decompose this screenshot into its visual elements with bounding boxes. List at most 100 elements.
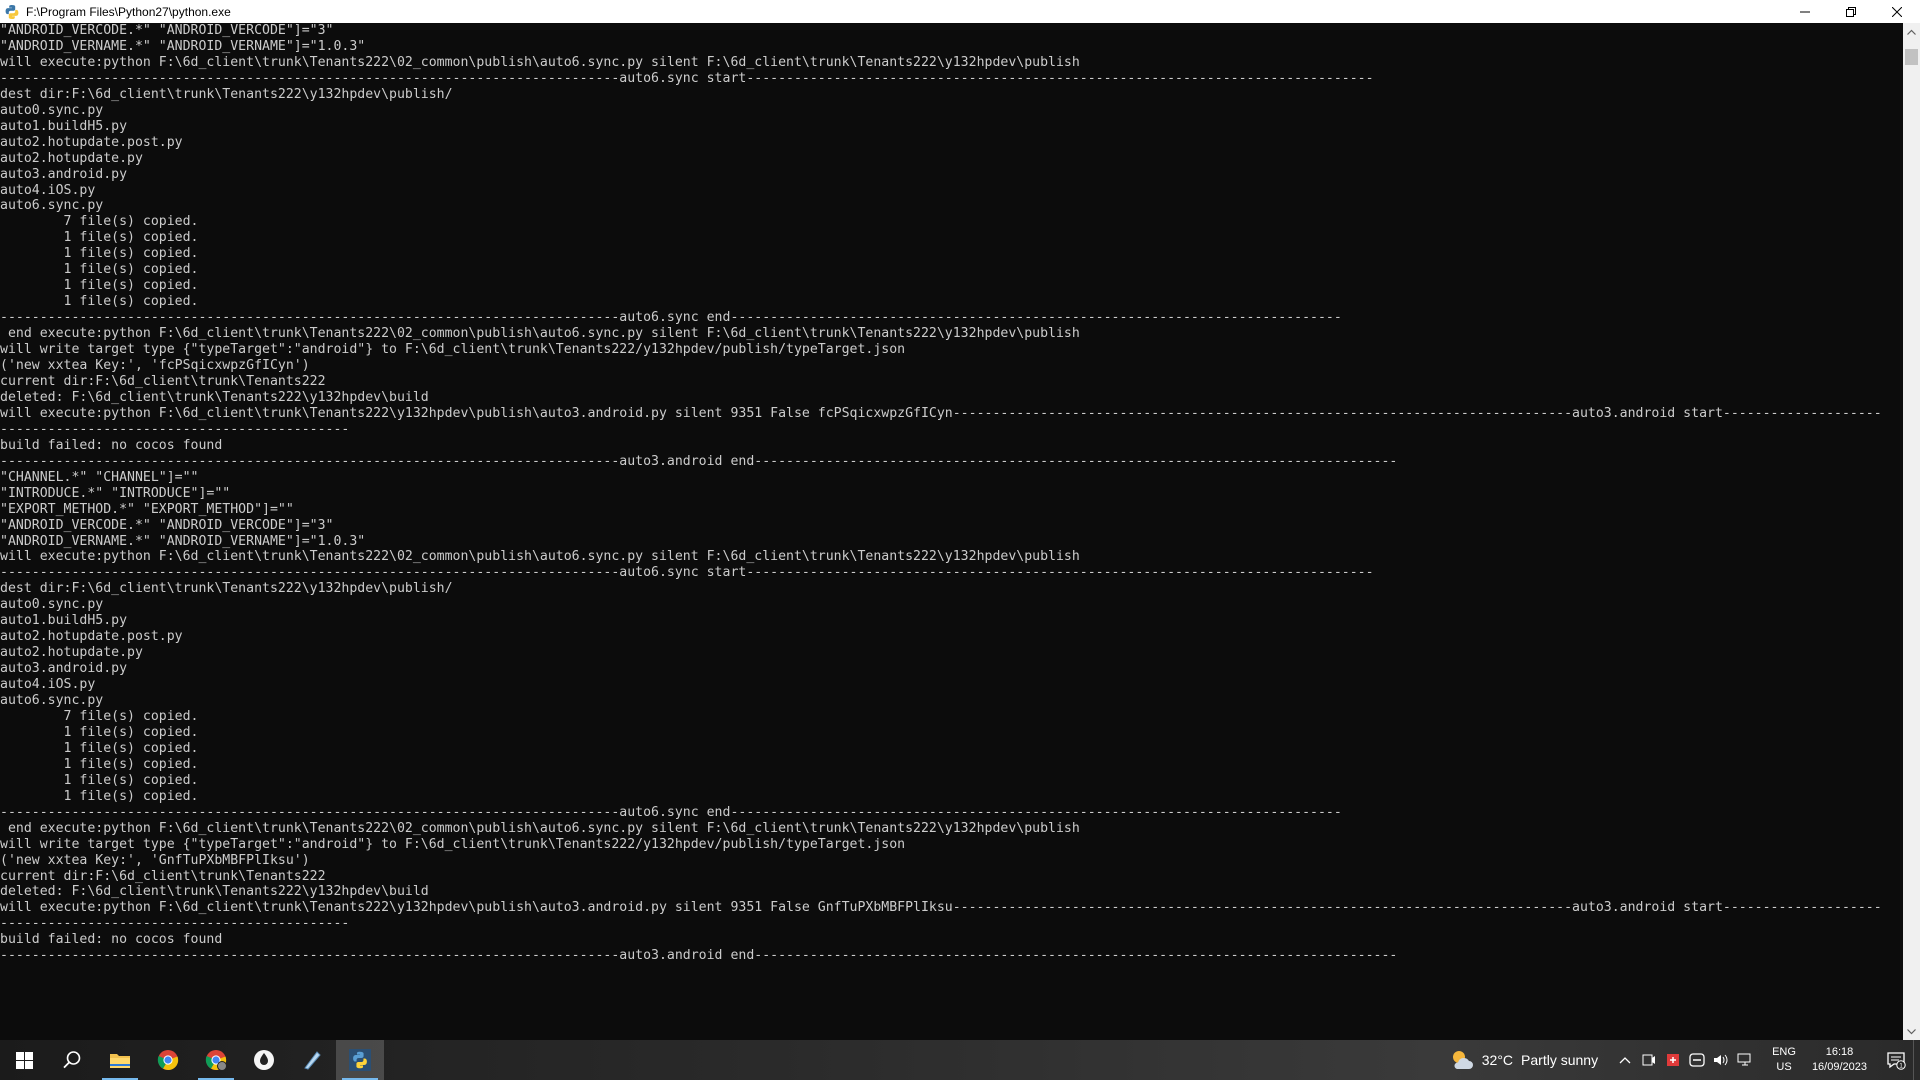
console-line: 1 file(s) copied. (63, 230, 199, 246)
folder-icon (110, 1054, 130, 1068)
meet-icon (1642, 1054, 1656, 1066)
tray-remote-icon[interactable] (1688, 1051, 1706, 1069)
console-line: auto3.android.py (0, 166, 128, 182)
show-desktop-button[interactable] (1913, 1040, 1920, 1080)
drop-icon (254, 1050, 274, 1070)
console-line: 1 file(s) copied. (63, 246, 199, 262)
console-line: ----------------------------------------… (0, 310, 1342, 326)
language-code: ENG (1772, 1046, 1796, 1058)
close-icon (1892, 6, 1902, 17)
console-line: auto1.buildH5.py (0, 613, 128, 629)
clock-button[interactable]: 16:18 16/09/2023 (1812, 1045, 1867, 1075)
volume-button[interactable] (1712, 1051, 1730, 1069)
input-language-button[interactable]: ENG US (1772, 1045, 1796, 1075)
system-tray (1616, 1051, 1754, 1069)
search-icon (63, 1051, 81, 1069)
console-line: 7 file(s) copied. (63, 708, 199, 724)
taskbar-app-drop[interactable] (240, 1040, 288, 1080)
console-line: auto2.hotupdate.py (0, 645, 143, 661)
console-line: auto2.hotupdate.post.py (0, 629, 183, 645)
chevron-down-icon (1907, 1028, 1916, 1034)
minimize-icon (1800, 11, 1810, 12)
console-line: auto2.hotupdate.post.py (0, 134, 183, 150)
console-line: will execute:python F:\6d_client\trunk\T… (0, 549, 1080, 565)
console-output[interactable]: "ANDROID_VERCODE.*" "ANDROID_VERCODE"]="… (0, 23, 1903, 1040)
console-line: deleted: F:\6d_client\trunk\Tenants222\y… (0, 884, 429, 900)
title-bar[interactable]: F:\Program Files\Python27\python.exe (0, 0, 1920, 23)
console-line: "CHANNEL.*" "CHANNEL"]="" (0, 469, 199, 485)
python-icon (4, 4, 20, 20)
console-line: ----------------------------------------… (0, 565, 1374, 581)
console-line: "INTRODUCE.*" "INTRODUCE"]="" (0, 485, 231, 501)
tray-app-icon[interactable] (1640, 1051, 1658, 1069)
scroll-up-button[interactable] (1903, 23, 1920, 40)
console-line: "EXPORT_METHOD.*" "EXPORT_METHOD"]="" (0, 501, 294, 517)
chrome-icon (205, 1050, 227, 1071)
notification-count: 1 (1899, 1062, 1903, 1069)
console-line: 1 file(s) copied. (63, 740, 199, 756)
taskbar-app-python[interactable] (336, 1040, 384, 1080)
chevron-up-icon (1619, 1057, 1631, 1064)
console-line: ----------------------------------------… (0, 916, 350, 932)
taskbar: 32°C Partly sunny ENG US 16:18 16/09/202… (0, 1040, 1920, 1080)
taskbar-app-feather[interactable] (288, 1040, 336, 1080)
console-line: will write target type {"typeTarget":"an… (0, 836, 906, 852)
console-line: auto0.sync.py (0, 597, 104, 613)
console-line: ----------------------------------------… (0, 421, 350, 437)
speaker-icon (1714, 1054, 1728, 1066)
console-line: dest dir:F:\6d_client\trunk\Tenants222\y… (0, 581, 453, 597)
taskbar-app-chrome-profile[interactable] (192, 1040, 240, 1080)
notification-icon: 1 (1887, 1052, 1906, 1070)
region-code: US (1776, 1061, 1792, 1073)
tray-security-icon[interactable] (1664, 1051, 1682, 1069)
console-line: ----------------------------------------… (0, 948, 1398, 964)
clock-time: 16:18 (1825, 1046, 1854, 1058)
feather-icon (304, 1051, 321, 1070)
console-line: auto6.sync.py (0, 198, 104, 214)
weather-widget[interactable]: 32°C Partly sunny (1450, 1049, 1598, 1071)
scroll-down-button[interactable] (1903, 1023, 1920, 1040)
console-line: ----------------------------------------… (0, 453, 1398, 469)
show-hidden-icons-button[interactable] (1616, 1051, 1634, 1069)
chevron-up-icon (1907, 29, 1916, 35)
console-line: 7 file(s) copied. (63, 214, 199, 230)
console-line: ----------------------------------------… (0, 804, 1342, 820)
console-line: build failed: no cocos found (0, 932, 223, 948)
console-line: auto4.iOS.py (0, 182, 96, 198)
console-line: ----------------------------------------… (0, 70, 1374, 86)
network-button[interactable] (1736, 1051, 1754, 1069)
console-line: "ANDROID_VERNAME.*" "ANDROID_VERNAME"]="… (0, 38, 366, 54)
console-line: auto2.hotupdate.py (0, 150, 143, 166)
console-line: dest dir:F:\6d_client\trunk\Tenants222\y… (0, 86, 453, 102)
console-line: end execute:python F:\6d_client\trunk\Te… (7, 326, 1080, 342)
taskbar-app-chrome[interactable] (144, 1040, 192, 1080)
console-line: will execute:python F:\6d_client\trunk\T… (0, 405, 1882, 421)
shield-icon (1667, 1054, 1680, 1066)
window-title: F:\Program Files\Python27\python.exe (26, 4, 231, 19)
start-button[interactable] (0, 1040, 48, 1080)
scrollbar-thumb[interactable] (1905, 49, 1918, 65)
windows-logo-icon (15, 1051, 33, 1069)
console-line: current dir:F:\6d_client\trunk\Tenants22… (0, 868, 326, 884)
vertical-scrollbar[interactable] (1903, 23, 1920, 1040)
console-line: 1 file(s) copied. (63, 756, 199, 772)
minimize-button[interactable] (1782, 0, 1828, 23)
console-text: "ANDROID_VERCODE.*" "ANDROID_VERCODE"]="… (0, 23, 1903, 964)
console-line: 1 file(s) copied. (63, 278, 199, 294)
console-line: "ANDROID_VERCODE.*" "ANDROID_VERCODE"]="… (0, 23, 334, 38)
partly-sunny-icon (1452, 1051, 1473, 1069)
console-line: auto3.android.py (0, 661, 128, 677)
notification-center-button[interactable]: 1 (1879, 1040, 1913, 1080)
console-line: 1 file(s) copied. (63, 262, 199, 278)
console-line: auto0.sync.py (0, 102, 104, 118)
restore-button[interactable] (1828, 0, 1874, 23)
console-line: 1 file(s) copied. (63, 724, 199, 740)
close-button[interactable] (1874, 0, 1920, 23)
taskbar-app-file-explorer[interactable] (96, 1040, 144, 1080)
console-line: "ANDROID_VERNAME.*" "ANDROID_VERNAME"]="… (0, 533, 366, 549)
weather-condition: Partly sunny (1521, 1052, 1599, 1068)
restore-icon (1846, 6, 1856, 17)
chrome-icon (157, 1050, 179, 1071)
search-button[interactable] (48, 1040, 96, 1080)
console-line: will execute:python F:\6d_client\trunk\T… (0, 54, 1080, 70)
